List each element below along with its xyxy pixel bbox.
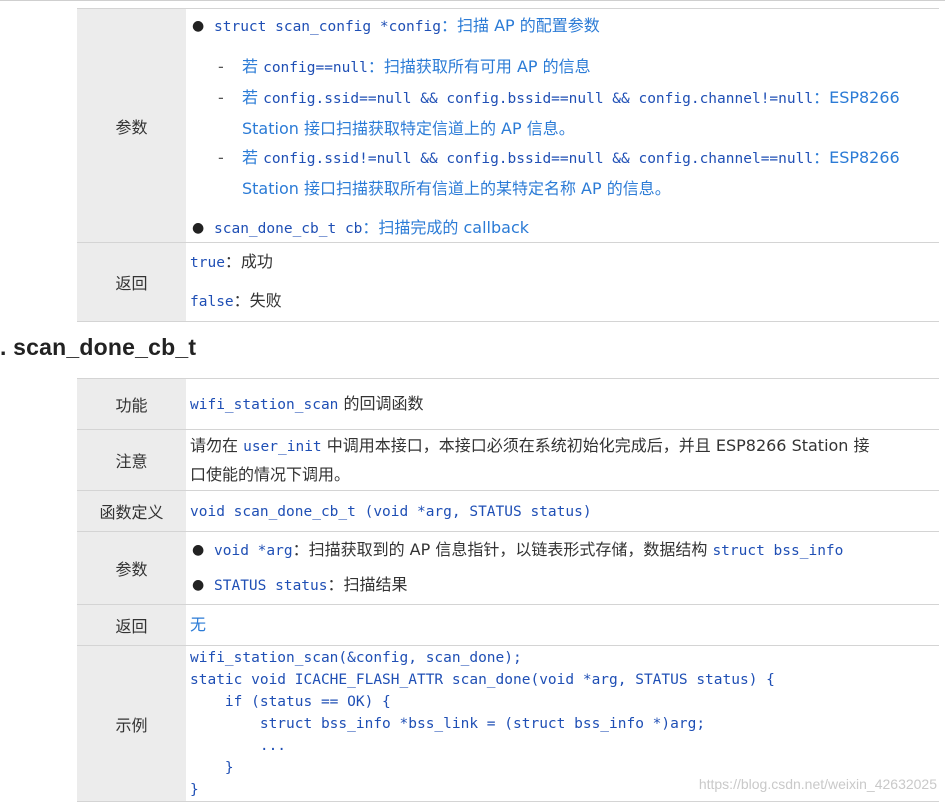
- function-content: wifi_station_scan 的回调函数: [186, 378, 939, 430]
- example-label: 示例: [77, 645, 186, 802]
- note-desc: 中调用本接口，本接口必须在系统初始化完成后，并且 ESP8266 Station…: [321, 435, 870, 455]
- return-content: true：成功 false：失败: [186, 242, 939, 322]
- sub-desc-continued: Station 接口扫描获取所有信道上的某特定名称 AP 的信息。: [242, 179, 671, 198]
- function-desc: 的回调函数: [338, 393, 424, 413]
- function-code: wifi_station_scan: [190, 396, 339, 413]
- note-content: 请勿在 user_init 中调用本接口，本接口必须在系统初始化完成后，并且 E…: [186, 429, 939, 491]
- note-prefix: 请勿在: [190, 435, 244, 455]
- bullet-dot: ●: [192, 220, 205, 236]
- return-false-desc: ：失败: [233, 291, 282, 310]
- param-cb-desc: ：扫描完成的 callback: [362, 218, 530, 237]
- param-status-item: ● STATUS status：扫描结果: [190, 568, 933, 603]
- param-arg-struct: struct bss_info: [712, 543, 844, 559]
- cb-return-content: 无: [186, 604, 939, 646]
- sub-desc-continued: Station 接口扫描获取特定信道上的 AP 信息。: [242, 119, 575, 138]
- bullet-dot: ●: [192, 18, 205, 34]
- params-content: ● struct scan_config *config：扫描 AP 的配置参数…: [186, 8, 939, 243]
- sub-prefix: 若: [242, 148, 264, 167]
- dash-marker: -: [218, 148, 224, 167]
- function-label: 功能: [77, 378, 186, 430]
- param-arg-item: ● void *arg：扫描获取到的 AP 信息指针，以链表形式存储，数据结构 …: [190, 533, 933, 568]
- definition-code: void scan_done_cb_t (void *arg, STATUS s…: [190, 503, 592, 520]
- cb-return-value: 无: [190, 615, 207, 634]
- bullet-dot: ●: [192, 577, 205, 593]
- sub-code: config.ssid!=null && config.bssid==null …: [263, 151, 814, 167]
- config-null-item: - 若 config==null：扫描获取所有可用 AP 的信息: [190, 52, 933, 83]
- note-desc-continued: 口使能的情况下调用。: [190, 464, 351, 484]
- sub-code: config.ssid==null && config.bssid==null …: [263, 91, 814, 107]
- definition-label: 函数定义: [77, 490, 186, 532]
- return-true-code: true: [190, 255, 225, 271]
- sub-prefix: 若: [242, 88, 264, 107]
- channel-only-item: - 若 config.ssid==null && config.bssid==n…: [190, 83, 933, 143]
- return-false-code: false: [190, 294, 234, 310]
- note-row: 注意 请勿在 user_init 中调用本接口，本接口必须在系统初始化完成后，并…: [77, 429, 939, 491]
- params-row: 参数 ● struct scan_config *config：扫描 AP 的配…: [77, 8, 939, 243]
- note-label: 注意: [77, 429, 186, 491]
- cb-return-row: 返回 无: [77, 604, 939, 646]
- param-status-code: STATUS status: [214, 578, 328, 594]
- cb-params-content: ● void *arg：扫描获取到的 AP 信息指针，以链表形式存储，数据结构 …: [186, 531, 939, 605]
- return-label: 返回: [77, 242, 186, 322]
- dash-marker: -: [218, 88, 224, 107]
- cb-return-label: 返回: [77, 604, 186, 646]
- document-page: 参数 ● struct scan_config *config：扫描 AP 的配…: [0, 0, 945, 804]
- ssid-only-item: - 若 config.ssid!=null && config.bssid==n…: [190, 143, 933, 203]
- return-row: 返回 true：成功 false：失败: [77, 242, 939, 322]
- param-status-desc: ：扫描结果: [327, 575, 408, 594]
- sub-desc: ：ESP8266: [813, 148, 900, 167]
- note-code: user_init: [243, 438, 322, 455]
- param-config-code: struct scan_config *config: [214, 19, 441, 35]
- param-config-desc: ：扫描 AP 的配置参数: [440, 16, 600, 35]
- params-label: 参数: [77, 8, 186, 243]
- param-cb-code: scan_done_cb_t cb: [214, 221, 363, 237]
- sub-desc: ：ESP8266: [813, 88, 900, 107]
- return-false-line: false：失败: [190, 282, 933, 321]
- watermark-url: https://blog.csdn.net/weixin_42632025: [698, 776, 937, 792]
- function-row: 功能 wifi_station_scan 的回调函数: [77, 378, 939, 430]
- param-config-item: ● struct scan_config *config：扫描 AP 的配置参数: [190, 13, 933, 40]
- param-arg-code: void *arg: [214, 543, 293, 559]
- sub-code: config==null: [263, 60, 368, 76]
- return-true-line: true：成功: [190, 243, 933, 282]
- cb-params-row: 参数 ● void *arg：扫描获取到的 AP 信息指针，以链表形式存储，数据…: [77, 531, 939, 605]
- dash-marker: -: [218, 57, 224, 76]
- top-divider: [0, 0, 945, 1]
- definition-content: void scan_done_cb_t (void *arg, STATUS s…: [186, 490, 939, 532]
- param-arg-desc: ：扫描获取到的 AP 信息指针，以链表形式存储，数据结构: [292, 540, 713, 559]
- sub-desc: ：扫描获取所有可用 AP 的信息: [367, 57, 591, 76]
- sub-prefix: 若: [242, 57, 264, 76]
- return-true-desc: ：成功: [224, 252, 273, 271]
- callback-table: 功能 wifi_station_scan 的回调函数 注意 请勿在 user_i…: [77, 378, 939, 802]
- param-cb-item: ● scan_done_cb_t cb：扫描完成的 callback: [190, 215, 933, 242]
- bullet-dot: ●: [192, 542, 205, 558]
- scan-params-table: 参数 ● struct scan_config *config：扫描 AP 的配…: [77, 8, 939, 322]
- cb-params-label: 参数: [77, 531, 186, 605]
- section-heading: . scan_done_cb_t: [0, 334, 197, 360]
- definition-row: 函数定义 void scan_done_cb_t (void *arg, STA…: [77, 490, 939, 532]
